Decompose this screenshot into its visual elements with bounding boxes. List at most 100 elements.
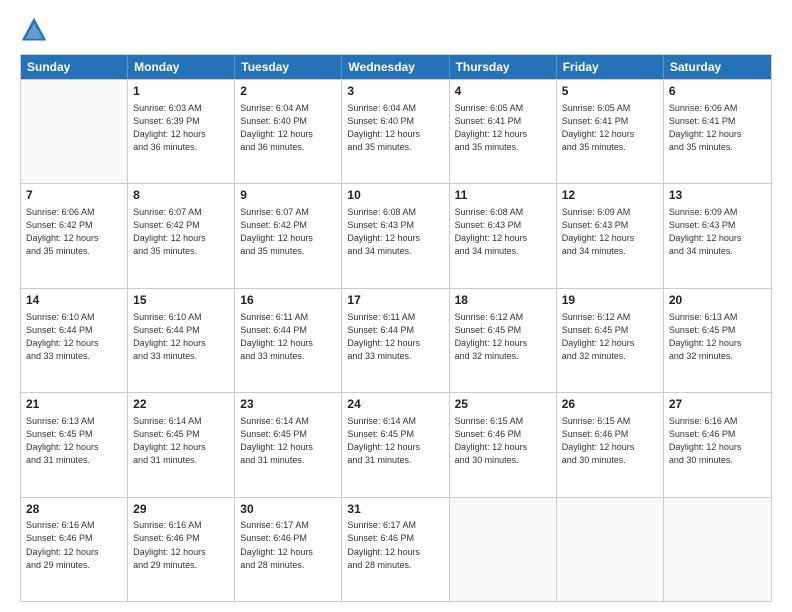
calendar-cell: 25 Sunrise: 6:15 AMSunset: 6:46 PMDayligh… xyxy=(450,393,557,496)
calendar-cell: 2 Sunrise: 6:04 AMSunset: 6:40 PMDaylight… xyxy=(235,80,342,183)
calendar-cell: 29Sunrise: 6:16 AMSunset: 6:46 PMDayligh… xyxy=(128,498,235,601)
day-info: Sunrise: 6:10 AMSunset: 6:44 PMDaylight:… xyxy=(133,311,229,363)
calendar-header-row: SundayMondayTuesdayWednesdayThursdayFrid… xyxy=(21,55,771,79)
calendar-header-cell: Monday xyxy=(128,55,235,79)
day-info: Sunrise: 6:07 AMSunset: 6:42 PMDaylight:… xyxy=(133,206,229,258)
calendar-body: 1 Sunrise: 6:03 AMSunset: 6:39 PMDaylight… xyxy=(21,79,771,601)
calendar-cell: 31Sunrise: 6:17 AMSunset: 6:46 PMDayligh… xyxy=(342,498,449,601)
calendar-cell: 6 Sunrise: 6:06 AMSunset: 6:41 PMDaylight… xyxy=(664,80,771,183)
calendar-cell: 14 Sunrise: 6:10 AMSunset: 6:44 PMDayligh… xyxy=(21,289,128,392)
day-info: Sunrise: 6:07 AMSunset: 6:42 PMDaylight:… xyxy=(240,206,336,258)
calendar-cell: 5Sunrise: 6:05 AMSunset: 6:41 PMDaylight… xyxy=(557,80,664,183)
calendar-cell: 18Sunrise: 6:12 AMSunset: 6:45 PMDayligh… xyxy=(450,289,557,392)
calendar-cell: 9 Sunrise: 6:07 AMSunset: 6:42 PMDaylight… xyxy=(235,184,342,287)
day-info: Sunrise: 6:11 AMSunset: 6:44 PMDaylight:… xyxy=(347,311,443,363)
day-info: Sunrise: 6:11 AMSunset: 6:44 PMDaylight:… xyxy=(240,311,336,363)
day-number: 23 xyxy=(240,396,336,413)
day-info: Sunrise: 6:16 AMSunset: 6:46 PMDaylight:… xyxy=(133,519,229,571)
day-info: Sunrise: 6:13 AMSunset: 6:45 PMDaylight:… xyxy=(26,415,122,467)
calendar-header-cell: Sunday xyxy=(21,55,128,79)
day-info: Sunrise: 6:04 AMSunset: 6:40 PMDaylight:… xyxy=(240,102,336,154)
calendar-header-cell: Saturday xyxy=(664,55,771,79)
calendar-cell: 27 Sunrise: 6:16 AMSunset: 6:46 PMDayligh… xyxy=(664,393,771,496)
calendar-cell: 21Sunrise: 6:13 AMSunset: 6:45 PMDayligh… xyxy=(21,393,128,496)
day-number: 20 xyxy=(669,292,766,309)
day-info: Sunrise: 6:04 AMSunset: 6:40 PMDaylight:… xyxy=(347,102,443,154)
day-number: 30 xyxy=(240,501,336,518)
day-info: Sunrise: 6:17 AMSunset: 6:46 PMDaylight:… xyxy=(240,519,336,571)
calendar-cell: 28Sunrise: 6:16 AMSunset: 6:46 PMDayligh… xyxy=(21,498,128,601)
day-number: 18 xyxy=(455,292,551,309)
day-number: 22 xyxy=(133,396,229,413)
day-number: 27 xyxy=(669,396,766,413)
day-info: Sunrise: 6:14 AMSunset: 6:45 PMDaylight:… xyxy=(240,415,336,467)
day-info: Sunrise: 6:14 AMSunset: 6:45 PMDaylight:… xyxy=(133,415,229,467)
logo xyxy=(20,16,52,44)
calendar-week: 7 Sunrise: 6:06 AMSunset: 6:42 PMDaylight… xyxy=(21,183,771,287)
day-number: 28 xyxy=(26,501,122,518)
day-number: 2 xyxy=(240,83,336,100)
day-number: 1 xyxy=(133,83,229,100)
calendar-cell: 26Sunrise: 6:15 AMSunset: 6:46 PMDayligh… xyxy=(557,393,664,496)
calendar-cell: 17Sunrise: 6:11 AMSunset: 6:44 PMDayligh… xyxy=(342,289,449,392)
day-number: 6 xyxy=(669,83,766,100)
calendar-cell xyxy=(450,498,557,601)
calendar-header-cell: Tuesday xyxy=(235,55,342,79)
calendar-cell: 22 Sunrise: 6:14 AMSunset: 6:45 PMDayligh… xyxy=(128,393,235,496)
page: SundayMondayTuesdayWednesdayThursdayFrid… xyxy=(0,0,792,612)
calendar-cell: 10 Sunrise: 6:08 AMSunset: 6:43 PMDayligh… xyxy=(342,184,449,287)
day-info: Sunrise: 6:15 AMSunset: 6:46 PMDaylight:… xyxy=(455,415,551,467)
day-info: Sunrise: 6:16 AMSunset: 6:46 PMDaylight:… xyxy=(669,415,766,467)
calendar-week: 1 Sunrise: 6:03 AMSunset: 6:39 PMDaylight… xyxy=(21,79,771,183)
calendar-cell: 23 Sunrise: 6:14 AMSunset: 6:45 PMDayligh… xyxy=(235,393,342,496)
day-info: Sunrise: 6:05 AMSunset: 6:41 PMDaylight:… xyxy=(455,102,551,154)
calendar: SundayMondayTuesdayWednesdayThursdayFrid… xyxy=(20,54,772,602)
calendar-cell xyxy=(21,80,128,183)
day-number: 29 xyxy=(133,501,229,518)
day-info: Sunrise: 6:09 AMSunset: 6:43 PMDaylight:… xyxy=(669,206,766,258)
day-number: 16 xyxy=(240,292,336,309)
calendar-cell: 13Sunrise: 6:09 AMSunset: 6:43 PMDayligh… xyxy=(664,184,771,287)
calendar-cell: 24 Sunrise: 6:14 AMSunset: 6:45 PMDayligh… xyxy=(342,393,449,496)
calendar-week: 28Sunrise: 6:16 AMSunset: 6:46 PMDayligh… xyxy=(21,497,771,601)
header xyxy=(20,16,772,44)
calendar-cell: 30Sunrise: 6:17 AMSunset: 6:46 PMDayligh… xyxy=(235,498,342,601)
calendar-cell: 7 Sunrise: 6:06 AMSunset: 6:42 PMDaylight… xyxy=(21,184,128,287)
calendar-cell xyxy=(664,498,771,601)
day-number: 7 xyxy=(26,187,122,204)
day-info: Sunrise: 6:10 AMSunset: 6:44 PMDaylight:… xyxy=(26,311,122,363)
day-info: Sunrise: 6:12 AMSunset: 6:45 PMDaylight:… xyxy=(562,311,658,363)
day-number: 3 xyxy=(347,83,443,100)
calendar-cell xyxy=(557,498,664,601)
calendar-cell: 3 Sunrise: 6:04 AMSunset: 6:40 PMDaylight… xyxy=(342,80,449,183)
day-info: Sunrise: 6:06 AMSunset: 6:42 PMDaylight:… xyxy=(26,206,122,258)
day-info: Sunrise: 6:14 AMSunset: 6:45 PMDaylight:… xyxy=(347,415,443,467)
calendar-week: 14 Sunrise: 6:10 AMSunset: 6:44 PMDayligh… xyxy=(21,288,771,392)
logo-icon xyxy=(20,16,48,44)
day-number: 9 xyxy=(240,187,336,204)
day-number: 24 xyxy=(347,396,443,413)
day-number: 8 xyxy=(133,187,229,204)
day-info: Sunrise: 6:15 AMSunset: 6:46 PMDaylight:… xyxy=(562,415,658,467)
day-info: Sunrise: 6:13 AMSunset: 6:45 PMDaylight:… xyxy=(669,311,766,363)
day-info: Sunrise: 6:05 AMSunset: 6:41 PMDaylight:… xyxy=(562,102,658,154)
day-info: Sunrise: 6:16 AMSunset: 6:46 PMDaylight:… xyxy=(26,519,122,571)
calendar-cell: 4 Sunrise: 6:05 AMSunset: 6:41 PMDaylight… xyxy=(450,80,557,183)
day-number: 10 xyxy=(347,187,443,204)
calendar-cell: 12Sunrise: 6:09 AMSunset: 6:43 PMDayligh… xyxy=(557,184,664,287)
day-number: 4 xyxy=(455,83,551,100)
day-info: Sunrise: 6:03 AMSunset: 6:39 PMDaylight:… xyxy=(133,102,229,154)
calendar-cell: 20 Sunrise: 6:13 AMSunset: 6:45 PMDayligh… xyxy=(664,289,771,392)
calendar-header-cell: Friday xyxy=(557,55,664,79)
day-info: Sunrise: 6:17 AMSunset: 6:46 PMDaylight:… xyxy=(347,519,443,571)
day-info: Sunrise: 6:08 AMSunset: 6:43 PMDaylight:… xyxy=(347,206,443,258)
calendar-cell: 19 Sunrise: 6:12 AMSunset: 6:45 PMDayligh… xyxy=(557,289,664,392)
day-number: 19 xyxy=(562,292,658,309)
calendar-cell: 11Sunrise: 6:08 AMSunset: 6:43 PMDayligh… xyxy=(450,184,557,287)
calendar-cell: 1 Sunrise: 6:03 AMSunset: 6:39 PMDaylight… xyxy=(128,80,235,183)
day-number: 14 xyxy=(26,292,122,309)
day-info: Sunrise: 6:06 AMSunset: 6:41 PMDaylight:… xyxy=(669,102,766,154)
day-number: 11 xyxy=(455,187,551,204)
day-info: Sunrise: 6:09 AMSunset: 6:43 PMDaylight:… xyxy=(562,206,658,258)
day-number: 25 xyxy=(455,396,551,413)
